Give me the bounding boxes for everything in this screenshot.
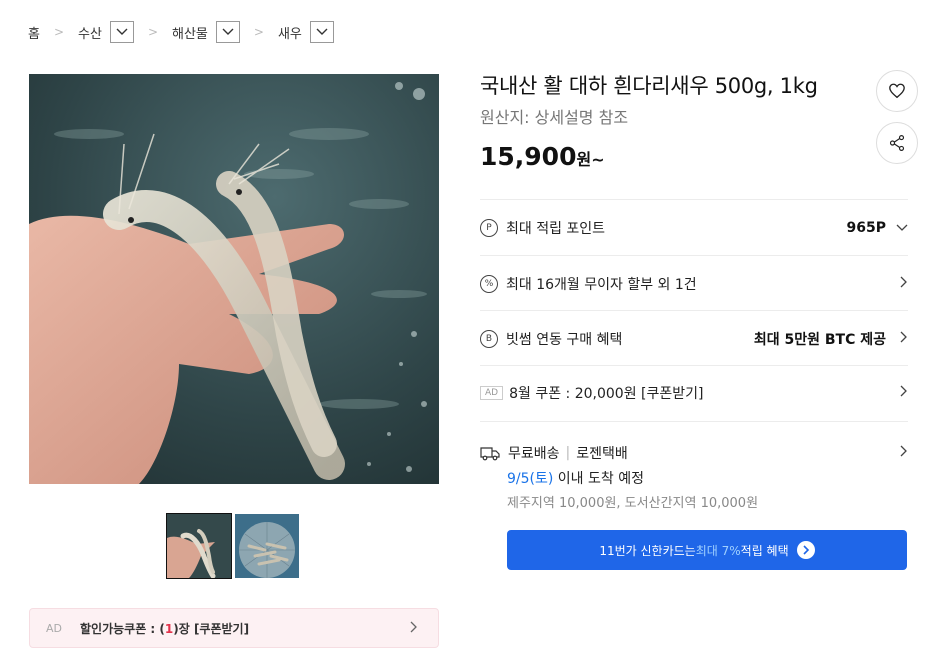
delivery-carrier: 로젠택배 (576, 446, 628, 462)
delivery-eta-date: 9/5(토) (507, 471, 554, 487)
chevron-right-icon: > (147, 25, 159, 39)
divider (480, 199, 908, 200)
bithumb-row[interactable]: B 빗썸 연동 구매 혜택 최대 5만원 BTC 제공 (480, 327, 908, 351)
chevron-right-icon (900, 331, 908, 347)
breadcrumb-level1-dropdown[interactable] (109, 21, 134, 43)
divider (480, 421, 908, 422)
card-banner-suffix: 적립 혜택 (740, 543, 789, 558)
breadcrumb-level3[interactable]: 새우 (278, 21, 334, 43)
delivery-label: 무료배송 (508, 446, 560, 462)
chevron-right-icon: > (253, 25, 264, 39)
coupon-label: 8월 쿠폰 : 20,000원 [쿠폰받기] (509, 386, 704, 402)
installment-row[interactable]: % 최대 16개월 무이자 할부 외 1건 (480, 272, 908, 296)
delivery-divider: | (565, 445, 571, 461)
chevron-down-icon (896, 220, 908, 236)
product-origin: 원산지: 상세설명 참조 (480, 108, 629, 127)
points-label: 최대 적립 포인트 (506, 221, 606, 237)
divider (480, 310, 908, 311)
product-main-image[interactable] (29, 74, 439, 484)
breadcrumb-level3-dropdown[interactable] (309, 21, 334, 43)
chevron-right-icon (900, 385, 908, 401)
breadcrumb-level2[interactable]: 해산물 (172, 21, 240, 43)
bithumb-icon: B (480, 330, 498, 348)
price-unit: 원~ (576, 150, 605, 169)
breadcrumb-level2-label[interactable]: 해산물 (172, 23, 208, 42)
chevron-right-icon (410, 621, 418, 636)
card-banner-prefix: 11번가 신한카드는 (599, 543, 696, 558)
points-row[interactable]: P 최대 적립 포인트 965P (480, 216, 908, 240)
thumbnail-2[interactable] (235, 514, 299, 578)
divider (480, 255, 908, 256)
ad-coupon-text: 할인가능쿠폰 : (1)장 [쿠폰받기] (80, 620, 249, 637)
chevron-down-icon (116, 28, 128, 35)
heart-icon (889, 83, 905, 99)
arrow-right-icon (796, 541, 815, 559)
breadcrumb: 홈 > 수산 > 해산물 > 새우 (28, 20, 334, 44)
thumbnail-1[interactable] (166, 513, 232, 579)
chevron-down-icon (316, 28, 328, 35)
ad-coupon-suffix: )장 [쿠폰받기] (173, 621, 250, 636)
breadcrumb-level3-label[interactable]: 새우 (278, 23, 302, 42)
ad-coupon-prefix: 할인가능쿠폰 : ( (80, 621, 165, 636)
point-icon: P (480, 219, 498, 237)
points-value: 965P (846, 220, 886, 236)
share-button[interactable] (876, 122, 918, 164)
chevron-down-icon (222, 28, 234, 35)
truck-icon (480, 445, 500, 461)
delivery-extra-fee: 제주지역 10,000원, 도서산간지역 10,000원 (507, 496, 759, 511)
price-value: 15,900 (480, 142, 577, 171)
breadcrumb-home[interactable]: 홈 (28, 23, 40, 42)
breadcrumb-level1-label[interactable]: 수산 (78, 23, 102, 42)
ad-tag: AD (46, 621, 62, 635)
product-title: 국내산 활 대하 흰다리새우 500g, 1kg (480, 74, 818, 98)
wishlist-button[interactable] (876, 70, 918, 112)
breadcrumb-level2-dropdown[interactable] (215, 21, 240, 43)
installment-label: 최대 16개월 무이자 할부 외 1건 (506, 277, 697, 293)
thumbnail-strip (166, 513, 299, 579)
product-price: 15,900원~ (480, 142, 605, 171)
share-icon (889, 135, 905, 151)
coupon-row[interactable]: AD 8월 쿠폰 : 20,000원 [쿠폰받기] (480, 381, 908, 405)
ad-coupon-count: 1 (164, 621, 174, 636)
divider (480, 365, 908, 366)
card-banner-highlight: 최대 7% (695, 543, 741, 558)
bithumb-label: 빗썸 연동 구매 혜택 (506, 332, 623, 348)
delivery-eta-text: 이내 도착 예정 (553, 471, 644, 487)
ad-badge: AD (480, 386, 504, 400)
breadcrumb-level1[interactable]: 수산 (78, 21, 134, 43)
card-benefit-banner[interactable]: 11번가 신한카드는 최대 7% 적립 혜택 (507, 530, 907, 570)
chevron-right-icon: > (53, 25, 65, 39)
ad-coupon-banner[interactable]: AD 할인가능쿠폰 : (1)장 [쿠폰받기] (29, 608, 439, 648)
chevron-right-icon (900, 445, 908, 461)
installment-icon: % (480, 275, 498, 293)
bithumb-value: 최대 5만원 BTC 제공 (753, 332, 886, 348)
delivery-row[interactable]: 무료배송 | 로젠택배 (480, 441, 908, 465)
chevron-right-icon (900, 276, 908, 292)
delivery-eta: 9/5(토) 이내 도착 예정 (507, 468, 644, 488)
